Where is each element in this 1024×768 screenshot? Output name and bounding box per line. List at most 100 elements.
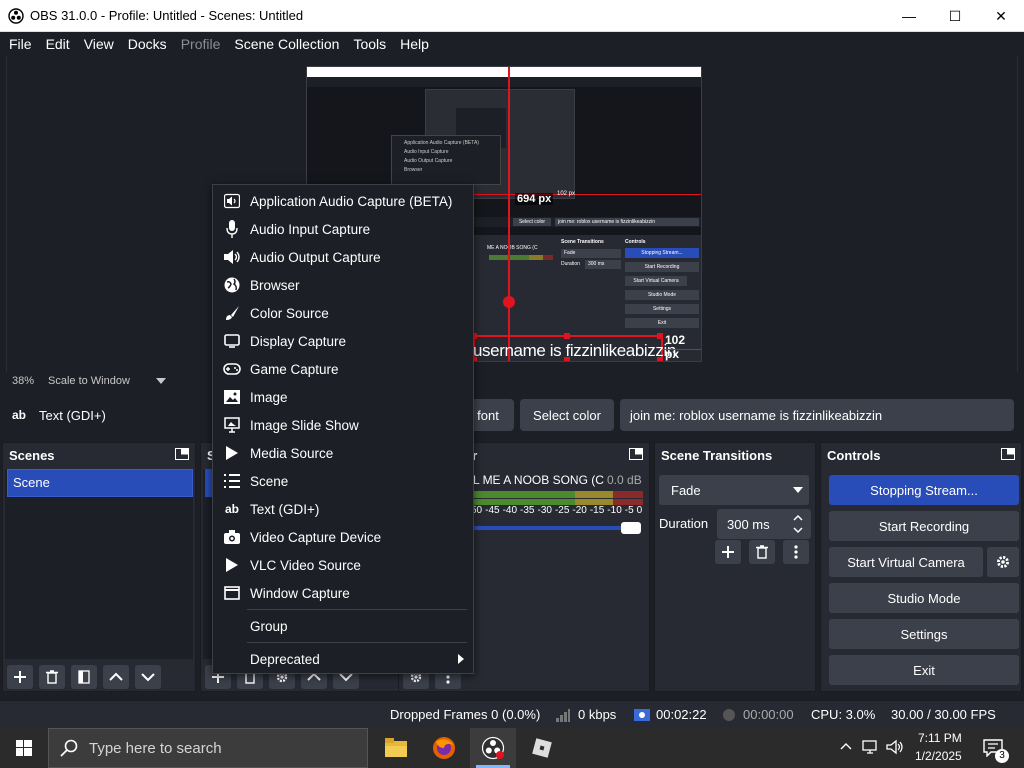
menu-view[interactable]: View — [77, 32, 121, 56]
dropped-frames: Dropped Frames 0 (0.0%) — [390, 707, 541, 722]
inner-menu-item: Browser — [404, 167, 423, 173]
taskbar-search[interactable]: Type here to search — [48, 728, 368, 768]
minimize-button[interactable]: — — [886, 0, 932, 32]
obs-logo-icon — [8, 8, 24, 24]
undock-icon[interactable] — [629, 448, 643, 460]
menu-item-window-capture[interactable]: Window Capture — [214, 579, 472, 607]
windows-start-icon[interactable] — [16, 740, 32, 756]
globe-icon — [224, 277, 240, 293]
plus-icon — [722, 546, 734, 558]
brush-icon — [226, 306, 239, 320]
vertical-guide-line — [508, 67, 510, 361]
studio-mode-button[interactable]: Studio Mode — [829, 583, 1019, 613]
menu-item-display-capture[interactable]: Display Capture — [214, 327, 472, 355]
audio-meter — [473, 491, 643, 498]
zoom-level: 38% — [12, 375, 35, 387]
start-recording-button[interactable]: Start Recording — [829, 511, 1019, 541]
add-transition-button[interactable] — [715, 540, 741, 564]
menu-item-application-audio-capture[interactable]: Application Audio Capture (BETA) — [214, 187, 472, 215]
scenes-toolbar — [7, 665, 161, 689]
scale-mode-select[interactable]: Scale to Window — [48, 375, 130, 387]
chevron-down-icon[interactable] — [156, 378, 166, 384]
undock-icon[interactable] — [1001, 448, 1015, 460]
volume-slider-handle[interactable] — [621, 522, 641, 534]
inner-menu-item: Application Audio Capture (BETA) — [404, 140, 479, 146]
menu-item-browser[interactable]: Browser — [214, 271, 472, 299]
inner-context-menu: Application Audio Capture (BETA) Audio I… — [391, 135, 501, 185]
chevron-up-icon[interactable] — [840, 742, 852, 750]
firefox-icon[interactable] — [432, 736, 456, 760]
clock-date[interactable]: 1/2/2025 — [915, 749, 962, 763]
remove-transition-button[interactable] — [749, 540, 775, 564]
volume-slider[interactable] — [473, 526, 637, 530]
preview-zoom-bar: 38% Scale to Window — [6, 372, 1018, 392]
menu-edit[interactable]: Edit — [39, 32, 77, 56]
fps: 30.00 / 30.00 FPS — [891, 707, 996, 722]
start-virtual-camera-button[interactable]: Start Virtual Camera — [829, 547, 983, 577]
menu-item-vlc-video-source[interactable]: VLC Video Source — [214, 551, 472, 579]
filter-icon — [78, 670, 90, 684]
gear-icon — [997, 556, 1009, 568]
transition-select[interactable]: Fade — [659, 475, 809, 505]
roblox-icon[interactable] — [530, 736, 554, 760]
monitor-icon — [224, 334, 240, 348]
scene-filters-button[interactable] — [71, 665, 97, 689]
menu-item-deprecated[interactable]: Deprecated — [214, 645, 472, 673]
inner-control-btn: Start Virtual Camera — [625, 276, 687, 286]
volume-icon[interactable] — [886, 739, 904, 755]
image-icon — [224, 390, 240, 404]
maximize-button[interactable]: ☐ — [932, 0, 978, 32]
move-scene-down-button[interactable] — [135, 665, 161, 689]
scene-item[interactable]: Scene — [7, 469, 193, 497]
app-audio-icon — [224, 193, 240, 209]
exit-button[interactable]: Exit — [829, 655, 1019, 685]
stream-icon — [634, 709, 650, 721]
menu-item-media-source[interactable]: Media Source — [214, 439, 472, 467]
clock-time[interactable]: 7:11 PM — [918, 731, 962, 745]
menu-profile[interactable]: Profile — [174, 32, 228, 56]
horizontal-guide-line — [471, 194, 701, 195]
file-explorer-icon[interactable] — [385, 738, 407, 758]
spin-arrows-icon[interactable] — [793, 513, 803, 535]
play-icon — [226, 446, 238, 460]
undock-icon[interactable] — [175, 448, 189, 460]
text-input[interactable]: join me: roblox username is fizzinlikeab… — [620, 399, 1014, 431]
settings-button[interactable]: Settings — [829, 619, 1019, 649]
scenes-list: Scene — [5, 469, 193, 659]
menu-tools[interactable]: Tools — [346, 32, 393, 56]
menu-item-color-source[interactable]: Color Source — [214, 299, 472, 327]
transition-menu-button[interactable] — [783, 540, 809, 564]
window-icon — [224, 586, 240, 600]
menu-item-audio-output-capture[interactable]: Audio Output Capture — [214, 243, 472, 271]
menu-item-game-capture[interactable]: Game Capture — [214, 355, 472, 383]
menu-item-image[interactable]: Image — [214, 383, 472, 411]
stop-stream-button[interactable]: Stopping Stream... — [829, 475, 1019, 505]
menu-item-audio-input-capture[interactable]: Audio Input Capture — [214, 215, 472, 243]
menu-file[interactable]: File — [2, 32, 39, 56]
menu-help[interactable]: Help — [393, 32, 436, 56]
menu-scene-collection[interactable]: Scene Collection — [227, 32, 346, 56]
remove-scene-button[interactable] — [39, 665, 65, 689]
select-color-button[interactable]: Select color — [520, 399, 614, 431]
add-scene-button[interactable] — [7, 665, 33, 689]
menu-item-image-slide-show[interactable]: Image Slide Show — [214, 411, 472, 439]
source-toolbar: ab Text (GDI+) font Select color join me… — [0, 394, 1024, 436]
stream-time: 00:02:22 — [656, 707, 707, 722]
rotation-handle[interactable] — [503, 296, 515, 308]
menu-item-group[interactable]: Group — [214, 612, 472, 640]
menu-docks[interactable]: Docks — [121, 32, 174, 56]
menu-item-scene[interactable]: Scene — [214, 467, 472, 495]
close-button[interactable]: ✕ — [978, 0, 1024, 32]
inner-audio-track: ME A NOOB SONG (C — [487, 245, 538, 251]
network-icon[interactable] — [862, 739, 880, 755]
controls-dock: Controls Stopping Stream... Start Record… — [820, 442, 1022, 692]
menu-item-text-gdi[interactable]: ab Text (GDI+) — [214, 495, 472, 523]
inner-fade-select: Fade — [561, 249, 621, 258]
virtual-camera-settings-button[interactable] — [987, 547, 1019, 577]
menu-item-video-capture-device[interactable]: Video Capture Device — [214, 523, 472, 551]
scenes-dock: Scenes Scene — [2, 442, 196, 692]
inner-controls-title: Controls — [625, 239, 646, 245]
text-icon: ab — [224, 502, 239, 516]
obs-taskbar-button[interactable] — [470, 728, 516, 768]
move-scene-up-button[interactable] — [103, 665, 129, 689]
